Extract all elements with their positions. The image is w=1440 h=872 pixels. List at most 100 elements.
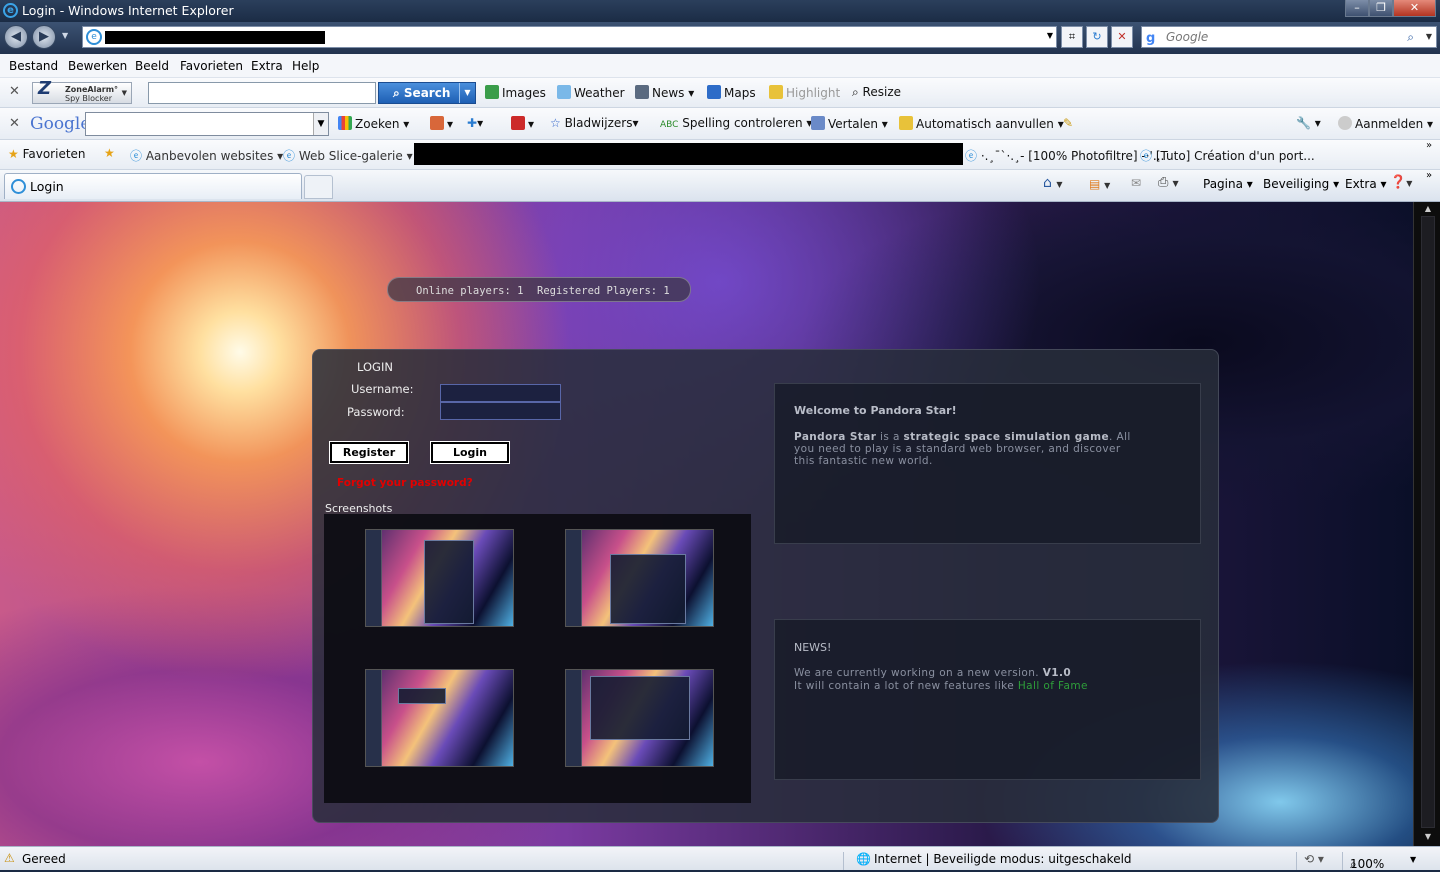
rss-icon[interactable]: ▤ ▼ [1089,177,1110,191]
menu-bewerken[interactable]: Bewerken [68,59,127,73]
screenshot-thumbnail[interactable] [365,529,514,627]
add-favorite-icon[interactable]: ★ [104,146,115,160]
login-button[interactable]: Login [430,441,510,464]
page-icon: e [86,29,102,45]
highlight-button[interactable]: Highlight [769,85,840,100]
home-icon[interactable]: ⌂ ▼ [1043,175,1063,191]
zoom-dropdown-icon[interactable]: ▼ [1410,855,1416,864]
menu-bestand[interactable]: Bestand [9,59,58,73]
news-icon [635,85,649,99]
popup-blocker-button[interactable]: ▾ [430,116,453,131]
scroll-thumb[interactable] [1421,216,1435,828]
favorites-button[interactable]: ★ Favorieten [8,147,86,161]
favorite-link-photofiltre[interactable]: ⓔ ·.¸¯`·.¸- [100% Photofiltre] -·'... [965,147,1164,164]
more-favorites-chevron-icon[interactable]: » [1426,140,1432,151]
blocked-popups-button[interactable]: ▾ [511,116,534,131]
translate-button[interactable]: Vertalen ▾ [811,116,888,131]
magnifier-icon[interactable]: ⌕ [1407,27,1414,47]
search-box[interactable]: g Google ⌕ ▼ [1141,26,1437,48]
link-ie-icon: ⓔ [1140,149,1156,163]
favorites-label: Favorieten [22,147,86,161]
page-menu[interactable]: Pagina ▾ [1203,177,1253,191]
zonealarm-logo[interactable]: Z ZoneAlarm° Spy Blocker ▼ [32,80,132,104]
zonealarm-search-button[interactable]: ⌕ Search ▼ [378,82,476,104]
forgot-password-link[interactable]: Forgot your password? [337,477,473,489]
mail-icon[interactable]: ✉ [1131,176,1141,190]
news-line2: It will contain a lot of new features li… [794,680,1174,692]
google-search-input[interactable]: ▼ [85,112,329,136]
help-icon[interactable]: ❓▼ [1390,175,1412,190]
news-button[interactable]: News ▾ [635,85,694,100]
redacted-favorite [414,143,963,165]
sign-in-button[interactable]: Aanmelden ▾ [1338,116,1433,131]
menu-beeld[interactable]: Beeld [135,59,169,73]
highlighter-icon[interactable]: ✎ [1063,116,1073,130]
forward-button[interactable]: ▶ [32,25,56,49]
tools-menu-label: Extra [1345,177,1377,191]
stop-icon[interactable]: ✕ [1111,26,1133,48]
status-divider [1342,852,1343,870]
menu-favorieten[interactable]: Favorieten [180,59,243,73]
more-commands-chevron-icon[interactable]: » [1426,170,1432,181]
close-google-toolbar-icon[interactable]: ✕ [9,116,20,131]
registered-players: Registered Players: 1 [537,285,670,297]
page-menu-label: Pagina [1203,177,1243,191]
history-dropdown-icon[interactable]: ▼ [62,31,68,40]
status-text: Gereed [22,852,66,866]
settings-button[interactable]: 🔧 ▾ [1296,116,1321,130]
autofill-button[interactable]: Automatisch aanvullen ▾ [899,116,1064,131]
google-input-dropdown-icon[interactable]: ▼ [313,113,328,135]
search-options-dropdown-icon[interactable]: ▼ [459,83,475,103]
google-logo: Google [30,114,90,134]
welcome-text-mid: is a [876,431,904,443]
zonealarm-dropdown-icon[interactable]: ▼ [122,89,127,98]
google-search-button[interactable]: Zoeken ▾ [338,116,409,131]
compat-view-icon[interactable]: ⌗ [1061,26,1083,48]
password-input[interactable] [440,402,561,420]
screenshot-thumbnail[interactable] [565,529,714,627]
tab-ie-icon [11,179,26,194]
new-tab-button[interactable] [304,175,333,199]
menu-help[interactable]: Help [292,59,319,73]
vertical-scrollbar[interactable]: ▲ ▼ [1413,202,1440,846]
hall-of-fame-link[interactable]: Hall of Fame [1018,680,1088,692]
refresh-icon[interactable]: ↻ [1086,26,1108,48]
back-button[interactable]: ◀ [4,25,28,49]
bookmarks-label: Bladwijzers [564,116,633,130]
screenshot-thumbnail[interactable] [365,669,514,767]
minimize-button[interactable]: – [1345,0,1369,17]
address-bar[interactable]: e ▼ [82,26,1057,48]
username-input[interactable] [440,384,561,402]
maximize-button[interactable]: ❐ [1369,0,1393,17]
search-options-icon[interactable]: ▼ [1426,27,1432,47]
web-slice-label: Web Slice-galerie [298,149,403,163]
web-slice-button[interactable]: ⓔ Web Slice-galerie ▾ [283,147,413,164]
print-icon[interactable]: ⎙ ▼ [1158,175,1179,190]
scroll-down-icon[interactable]: ▼ [1421,832,1435,844]
bookmarks-button[interactable]: ☆ Bladwijzers▾ [550,116,639,130]
maps-button[interactable]: Maps [707,85,756,100]
player-stats-bar: Online players: 1 Registered Players: 1 [387,277,691,302]
redacted-url [105,31,325,44]
register-button[interactable]: Register [329,441,409,464]
sign-in-label: Aanmelden [1355,117,1424,131]
add-button[interactable]: ✚▾ [467,116,483,130]
scroll-up-icon[interactable]: ▲ [1421,204,1435,216]
close-window-button[interactable]: ✕ [1393,0,1436,17]
zonealarm-search-input[interactable] [148,82,376,104]
address-dropdown-icon[interactable]: ▼ [1047,31,1053,40]
close-toolbar-icon[interactable]: ✕ [9,84,20,99]
suggested-sites-button[interactable]: ⓔ Aanbevolen websites ▾ [130,147,283,164]
safety-menu[interactable]: Beveiliging ▾ [1263,177,1339,191]
favorites-bar: ★ Favorieten ★ ⓔ Aanbevolen websites ▾ ⓔ… [0,140,1440,170]
screenshot-thumbnail[interactable] [565,669,714,767]
menu-extra[interactable]: Extra [251,59,283,73]
weather-button[interactable]: Weather [557,85,625,100]
spellcheck-button[interactable]: ABC Spelling controleren ▾ [660,116,812,130]
images-button[interactable]: Images [485,85,546,100]
tools-menu[interactable]: Extra ▾ [1345,177,1387,191]
protected-mode-icon[interactable]: ⟲ ▾ [1304,852,1324,866]
tab-login[interactable]: Login [4,173,302,199]
favorite-link-tuto[interactable]: ⓔ [Tuto] Création d'un port... [1140,147,1315,164]
resize-button[interactable]: ⌕ Resize [852,85,901,100]
